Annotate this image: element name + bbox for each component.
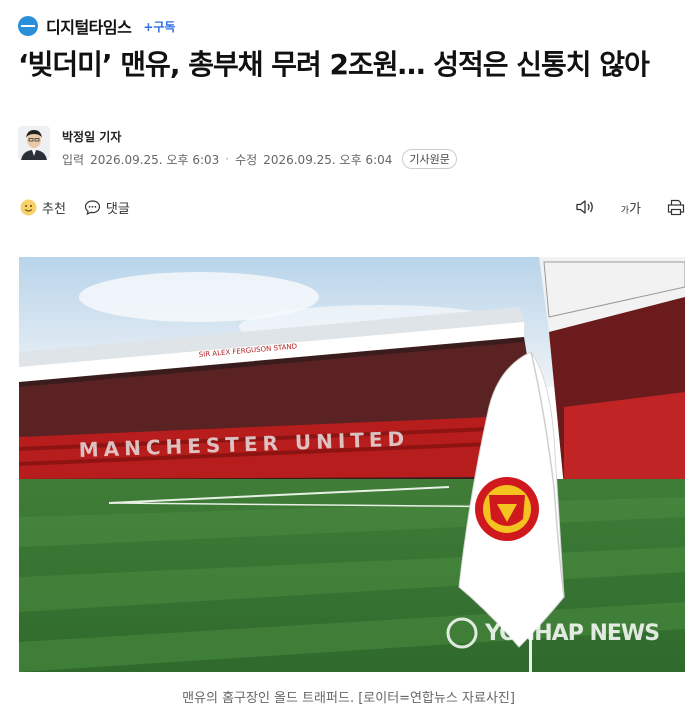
date-separator: · <box>225 152 230 166</box>
comment-button[interactable]: 댓글 <box>84 198 130 217</box>
comment-label: 댓글 <box>105 201 130 217</box>
article-dates: 입력 2026.09.25. 오후 6:03 · 수정 2026.09.25. … <box>62 149 457 169</box>
article-tools: 가가 <box>575 198 685 217</box>
speaker-icon[interactable] <box>575 198 595 216</box>
modified-label: 수정 <box>235 152 258 167</box>
recommend-button[interactable]: 추천 <box>20 198 66 217</box>
print-icon[interactable] <box>667 199 685 216</box>
original-article-button[interactable]: 기사원문 <box>402 149 457 169</box>
emoji-icon <box>20 199 37 215</box>
published-label: 입력 <box>62 152 85 167</box>
reporter-name[interactable]: 박정일 기자 <box>62 128 457 145</box>
article-photo[interactable]: SIR ALEX FERGUSON STAND MANCHESTER UNITE… <box>19 257 685 672</box>
font-size-icon[interactable]: 가가 <box>621 198 641 217</box>
press-header: 디지털타임스 +구독 <box>18 14 175 38</box>
font-size-small: 가 <box>620 205 630 216</box>
reporter-avatar[interactable] <box>18 126 50 160</box>
press-name[interactable]: 디지털타임스 <box>46 14 132 38</box>
photo-caption: 맨유의 홈구장인 올드 트래퍼드. [로이터=연합뉴스 자료사진] <box>182 691 515 706</box>
byline: 박정일 기자 입력 2026.09.25. 오후 6:03 · 수정 2026.… <box>18 126 457 169</box>
published-time: 2026.09.25. 오후 6:03 <box>90 152 220 167</box>
font-size-large: 가 <box>629 201 641 217</box>
yonhap-watermark: YONHAP NEWS <box>484 621 659 646</box>
recommend-label: 추천 <box>42 201 66 217</box>
subscribe-button[interactable]: +구독 <box>143 18 175 35</box>
digitaltimes-logo-icon[interactable] <box>18 16 38 36</box>
article-title: ‘빚더미’ 맨유, 총부채 무려 2조원… 성적은 신통치 않아 <box>18 48 650 81</box>
article-actions: 추천 댓글 가가 <box>20 196 685 218</box>
comment-icon <box>84 199 101 215</box>
modified-time: 2026.09.25. 오후 6:04 <box>263 152 393 167</box>
